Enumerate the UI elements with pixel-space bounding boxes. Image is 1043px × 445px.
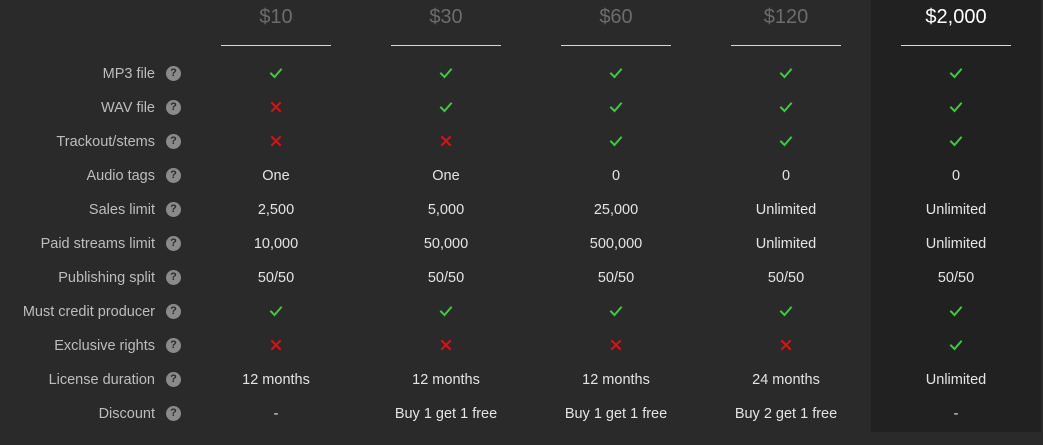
feature-value: 50,000 [423,236,469,252]
feature-label: Sales limit [88,202,155,218]
feature-value: 50/50 [597,270,635,286]
check-icon [701,295,871,329]
table-row: MP3 file? [0,57,1043,91]
feature-value: Unlimited [755,202,817,218]
cross-icon [191,125,361,159]
feature-label: License duration [48,372,155,388]
table-row: License duration? 12 months 12 months 12 mo… [0,363,1043,397]
table-row: Publishing split? 50/50 50/50 50/50 50/50 50/… [0,261,1043,295]
check-icon [871,57,1041,91]
check-icon [871,329,1041,363]
table-row: Trackout/stems? [0,125,1043,159]
feature-value: 24 months [752,372,820,388]
feature-value: 12 months [582,372,650,388]
check-icon [531,295,701,329]
feature-value: 10,000 [253,236,299,252]
feature-value: 50/50 [937,270,975,286]
table-row: Audio tags? One One 0 0 0 [0,159,1043,193]
feature-value: 5,000 [427,202,465,218]
check-icon [531,91,701,125]
check-icon [871,295,1041,329]
feature-value: 12 months [242,372,310,388]
feature-label: Paid streams limit [40,236,155,252]
cross-icon [531,329,701,363]
feature-value: Buy 1 get 1 free [394,406,498,422]
feature-label: Trackout/stems [56,134,155,150]
check-icon [191,57,361,91]
check-icon [361,91,531,125]
feature-value: Buy 2 get 1 free [734,406,838,422]
feature-value: 25,000 [593,202,639,218]
check-icon [361,295,531,329]
table-row: Sales limit? 2,500 5,000 25,000 Unlimited Unl… [0,193,1043,227]
cross-icon [361,329,531,363]
help-icon[interactable]: ? [166,168,181,183]
cross-icon [191,329,361,363]
table-row: Exclusive rights? [0,329,1043,363]
table-row: Discount? - Buy 1 get 1 free Buy 1 get 1 fr… [0,397,1043,431]
table-row: WAV file? [0,91,1043,125]
feature-value: One [262,168,290,184]
feature-value: 0 [611,168,621,184]
feature-value: 50/50 [427,270,465,286]
cross-icon [701,329,871,363]
tier-price-60[interactable]: $60 [561,0,671,46]
feature-label: WAV file [101,100,155,116]
tier-price-10[interactable]: $10 [221,0,331,46]
feature-value: 0 [951,168,961,184]
cross-icon [191,91,361,125]
check-icon [701,57,871,91]
check-icon [871,125,1041,159]
help-icon[interactable]: ? [166,236,181,251]
feature-value: Buy 1 get 1 free [564,406,668,422]
feature-value: 50/50 [257,270,295,286]
feature-value: Unlimited [925,236,987,252]
check-icon [191,295,361,329]
help-icon[interactable]: ? [166,338,181,353]
feature-value: One [432,168,460,184]
feature-value: 2,500 [257,202,295,218]
tier-price-120[interactable]: $120 [731,0,841,46]
feature-value: Unlimited [925,372,987,388]
check-icon [701,91,871,125]
cross-icon [361,125,531,159]
tier-price-30[interactable]: $30 [391,0,501,46]
feature-value: 0 [781,168,791,184]
help-icon[interactable]: ? [166,372,181,387]
feature-value: Unlimited [755,236,817,252]
table-row: Must credit producer? [0,295,1043,329]
help-icon[interactable]: ? [166,406,181,421]
help-icon[interactable]: ? [166,66,181,81]
feature-label: MP3 file [102,66,155,82]
table-row: Paid streams limit? 10,000 50,000 500,000 Un… [0,227,1043,261]
check-icon [361,57,531,91]
feature-value: - [953,406,959,422]
help-icon[interactable]: ? [166,134,181,149]
check-icon [531,125,701,159]
feature-value: 12 months [412,372,480,388]
feature-label: Audio tags [86,168,155,184]
feature-value: 500,000 [589,236,643,252]
help-icon[interactable]: ? [166,304,181,319]
feature-value: - [273,406,279,422]
price-header-row: $10 $30 $60 $120 $2,000 [0,0,1043,46]
feature-label: Publishing split [58,270,155,286]
feature-value: Unlimited [925,202,987,218]
feature-value: 50/50 [767,270,805,286]
check-icon [871,91,1041,125]
help-icon[interactable]: ? [166,270,181,285]
feature-label: Exclusive rights [54,338,155,354]
feature-label: Must credit producer [22,304,155,320]
help-icon[interactable]: ? [166,202,181,217]
tier-price-2000[interactable]: $2,000 [901,0,1011,46]
check-icon [701,125,871,159]
help-icon[interactable]: ? [166,100,181,115]
feature-label: Discount [98,406,155,422]
check-icon [531,57,701,91]
